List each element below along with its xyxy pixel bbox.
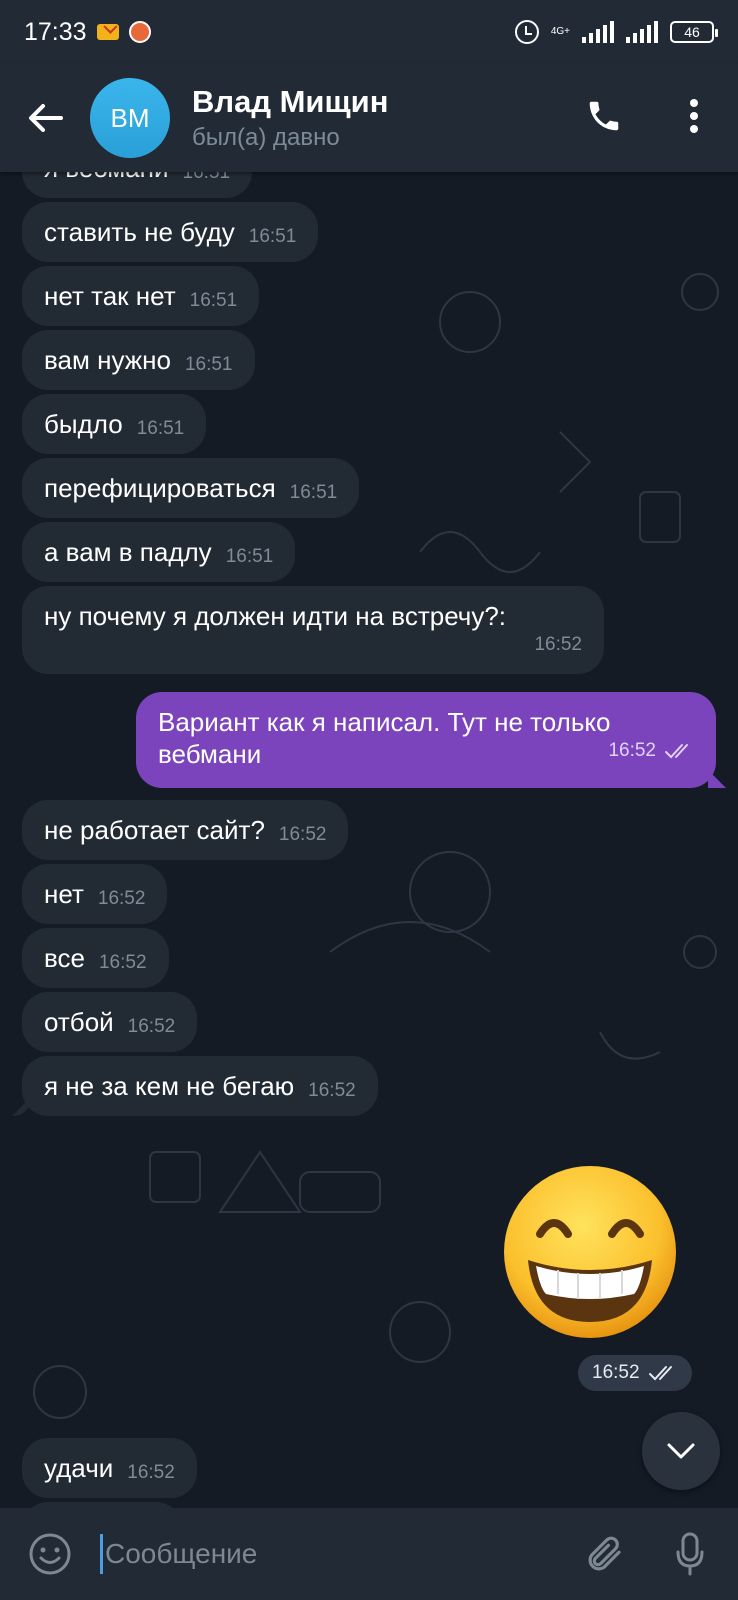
alarm-icon — [514, 20, 539, 44]
message-time: 16:51 — [289, 482, 338, 503]
message-time: 16:52 — [127, 1016, 176, 1037]
grinning-face-sticker-icon — [504, 1166, 676, 1338]
message-time: 16:52 — [98, 952, 147, 973]
message-incoming[interactable]: все 16:52 — [22, 928, 169, 988]
voice-message-button[interactable] — [650, 1508, 730, 1600]
message-time: 16:51 — [225, 546, 274, 567]
message-incoming[interactable]: отбой 16:52 — [22, 992, 198, 1052]
message-text: быдло — [44, 408, 123, 439]
message-time: 16:52 — [308, 1080, 356, 1101]
message-time: 16:52 — [534, 634, 582, 655]
avatar[interactable]: ВМ — [90, 78, 170, 158]
browser-notification-icon — [128, 21, 151, 43]
contact-status: был(а) давно — [192, 124, 340, 151]
call-button[interactable] — [578, 90, 630, 142]
message-time: 16:52 — [608, 740, 656, 761]
double-check-icon — [648, 1366, 672, 1381]
message-input[interactable] — [100, 1534, 560, 1574]
contact-name: Влад Мищин — [192, 84, 389, 119]
message-text: не работает сайт? — [44, 814, 265, 845]
message-incoming[interactable]: а вам в падлу 16:51 — [22, 522, 296, 582]
message-text: ну почему я должен идти на встречу?: — [44, 601, 507, 631]
message-time: 16:51 — [189, 290, 238, 311]
back-button[interactable] — [0, 64, 90, 172]
status-bar: 17:33 4G+ 46 — [0, 0, 738, 64]
message-incoming[interactable]: я вебмани 16:51 — [22, 172, 253, 198]
smile-icon — [29, 1533, 71, 1575]
message-time: 16:51 — [248, 226, 297, 247]
message-text: ставить не буду — [44, 216, 235, 247]
sticker-message[interactable] — [500, 1162, 680, 1342]
message-text: перефицироваться — [44, 472, 276, 503]
more-options-button[interactable] — [674, 90, 714, 142]
message-outgoing[interactable]: Вариант как я написал. Тут не только веб… — [136, 692, 716, 788]
message-time: 16:51 — [182, 172, 231, 183]
message-incoming[interactable]: вам нужно 16:51 — [22, 330, 255, 390]
more-vertical-icon — [690, 99, 698, 133]
emoji-button[interactable] — [0, 1508, 100, 1600]
message-time: 16:51 — [136, 418, 185, 439]
message-time: 16:52 — [278, 824, 327, 845]
message-time: 16:51 — [184, 354, 233, 375]
signal-icon-2 — [626, 21, 658, 43]
double-check-icon — [665, 744, 688, 759]
sticker-time-badge: 16:52 — [578, 1355, 692, 1391]
message-text: а вам в падлу — [44, 536, 212, 567]
avatar-initials: ВМ — [110, 102, 150, 133]
battery-icon: 46 — [670, 21, 718, 43]
message-incoming[interactable]: ну почему я должен идти на встречу?: 16:… — [22, 586, 604, 674]
message-incoming[interactable]: я не за кем не бегаю 16:52 — [22, 1056, 378, 1116]
message-incoming[interactable]: перефицироваться 16:51 — [22, 458, 360, 518]
mail-notification-icon — [96, 24, 119, 40]
message-text: я вебмани — [44, 172, 169, 184]
scroll-to-bottom-button[interactable] — [642, 1412, 720, 1490]
battery-level: 46 — [684, 24, 700, 40]
arrow-left-icon — [29, 104, 63, 132]
chat-area[interactable]: я вебмани 16:51 ставить не буду 16:51 не… — [0, 172, 738, 1508]
message-incoming[interactable]: нет так нет 16:51 — [22, 266, 260, 326]
message-time: 16:52 — [97, 888, 146, 909]
message-time: 16:52 — [127, 1462, 175, 1483]
message-incoming[interactable]: удачи 16:52 — [22, 1438, 197, 1498]
message-text: все — [44, 942, 85, 973]
microphone-icon — [676, 1532, 704, 1576]
signal-icon — [582, 21, 614, 43]
contact-info[interactable]: Влад Мищин был(а) давно — [192, 84, 388, 152]
message-text: нет так нет — [44, 280, 176, 311]
message-text: вам нужно — [44, 344, 171, 375]
message-incoming[interactable]: ставить не буду 16:51 — [22, 202, 319, 262]
chat-header: ВМ Влад Мищин был(а) давно — [0, 64, 738, 172]
message-incoming[interactable]: быдло 16:51 — [22, 394, 207, 454]
message-text: отбой — [44, 1006, 114, 1037]
paperclip-icon — [588, 1536, 621, 1571]
message-incoming[interactable]: нет 16:52 — [22, 864, 168, 924]
message-text: я не за кем не бегаю — [44, 1070, 295, 1101]
status-time: 17:33 — [24, 17, 87, 46]
message-text: удачи — [44, 1452, 114, 1483]
message-text: нет — [44, 878, 84, 909]
message-time: 16:52 — [592, 1362, 640, 1383]
message-input-bar — [0, 1508, 738, 1600]
message-incoming[interactable]: не работает сайт? 16:52 — [22, 800, 349, 860]
network-type: 4G+ — [550, 26, 570, 37]
phone-icon — [589, 101, 619, 131]
attach-button[interactable] — [560, 1508, 650, 1600]
chevron-down-icon — [667, 1443, 695, 1459]
